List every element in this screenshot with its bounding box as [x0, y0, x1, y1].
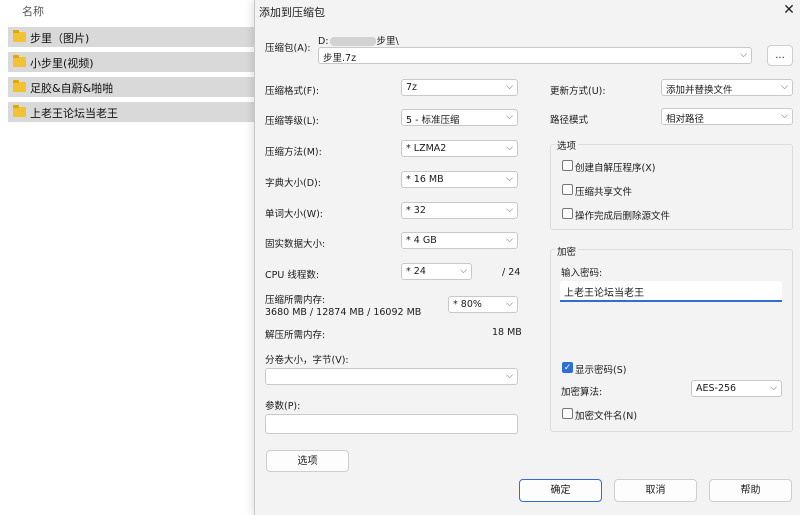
- mem-decompress-value: 18 MB: [492, 327, 522, 338]
- method-value: * LZMA2: [406, 143, 447, 154]
- update-label: 更新方式(U):: [550, 86, 606, 97]
- dialog-title: 添加到压缩包: [259, 6, 325, 19]
- mem-usage-value: * 80%: [453, 299, 482, 310]
- update-select[interactable]: 添加并替换文件 ⌵: [661, 79, 793, 96]
- volume-label: 分卷大小，字节(V):: [265, 355, 349, 366]
- password-input[interactable]: 上老王论坛当老王: [560, 281, 782, 302]
- mem-compress-label: 压缩所需内存:: [265, 295, 326, 306]
- archive-path-suffix: 步里\: [376, 36, 399, 47]
- mem-usage-select[interactable]: * 80% ⌵: [448, 296, 518, 313]
- archive-name-combo[interactable]: 步里.7z ⌵: [318, 47, 752, 64]
- folder-row[interactable]: 步里（图片): [8, 27, 254, 47]
- folder-icon: [13, 105, 26, 117]
- name-column-header[interactable]: 名称: [22, 3, 44, 19]
- folder-icon: [13, 30, 26, 42]
- params-label: 参数(P):: [265, 401, 301, 412]
- folder-row[interactable]: 小步里(视频): [8, 52, 254, 72]
- chevron-down-icon: ⌵: [781, 82, 788, 92]
- method-select[interactable]: * LZMA2 ⌵: [401, 140, 518, 157]
- level-value: 5 - 标准压缩: [406, 115, 460, 126]
- help-button[interactable]: 帮助: [709, 479, 792, 502]
- solid-select[interactable]: * 4 GB ⌵: [401, 232, 518, 249]
- folder-icon: [13, 80, 26, 92]
- options-group-title: 选项: [555, 138, 579, 152]
- show-password-label[interactable]: 显示密码(S): [575, 362, 626, 376]
- chevron-down-icon: ⌵: [506, 174, 513, 184]
- method-label: 压缩方法(M):: [265, 147, 322, 158]
- folder-name: 小步里(视频): [30, 57, 94, 70]
- path-mode-value: 相对路径: [666, 114, 705, 125]
- chevron-down-icon: ⌵: [506, 371, 513, 381]
- encrypt-names-checkbox[interactable]: [562, 408, 573, 419]
- chevron-down-icon: ⌵: [506, 235, 513, 245]
- folder-row[interactable]: 上老王论坛当老王: [8, 102, 254, 122]
- solid-value: * 4 GB: [406, 235, 437, 246]
- cpu-value: * 24: [406, 266, 426, 277]
- show-password-checkbox[interactable]: ✓: [562, 362, 573, 373]
- folder-name: 足胶&自蔚&啪啪: [30, 82, 114, 95]
- sfx-checkbox[interactable]: [562, 160, 573, 171]
- archive-path-prefix: D:: [318, 36, 329, 47]
- folder-name: 上老王论坛当老王: [30, 107, 118, 120]
- chevron-down-icon: ⌵: [506, 205, 513, 215]
- dict-value: * 16 MB: [406, 174, 444, 185]
- word-select[interactable]: * 32 ⌵: [401, 202, 518, 219]
- level-label: 压缩等级(L):: [265, 116, 319, 127]
- encryption-method-value: AES-256: [696, 383, 737, 394]
- encryption-method-label: 加密算法:: [561, 387, 603, 398]
- format-label: 压缩格式(F):: [265, 86, 320, 97]
- word-label: 单词大小(W):: [265, 209, 324, 220]
- chevron-down-icon: ⌵: [460, 266, 467, 276]
- options-button[interactable]: 选项: [266, 450, 349, 472]
- encrypt-names-label[interactable]: 加密文件名(N): [575, 408, 637, 422]
- delete-after-checkbox[interactable]: [562, 208, 573, 219]
- folder-icon: [13, 55, 26, 67]
- encryption-method-select[interactable]: AES-256 ⌵: [691, 380, 782, 397]
- dict-select[interactable]: * 16 MB ⌵: [401, 171, 518, 188]
- update-value: 添加并替换文件: [666, 85, 733, 96]
- chevron-down-icon: ⌵: [506, 143, 513, 153]
- folder-row[interactable]: 足胶&自蔚&啪啪: [8, 77, 254, 97]
- params-input[interactable]: [265, 414, 518, 434]
- chevron-down-icon: ⌵: [506, 82, 513, 92]
- cancel-button[interactable]: 取消: [614, 479, 697, 502]
- sfx-label[interactable]: 创建自解压程序(X): [575, 160, 655, 174]
- password-value: 上老王论坛当老王: [564, 288, 644, 299]
- solid-label: 固实数据大小:: [265, 239, 326, 250]
- dialog-titlebar[interactable]: 添加到压缩包 ✕: [255, 0, 800, 22]
- browse-button[interactable]: ...: [767, 45, 793, 66]
- path-mode-select[interactable]: 相对路径 ⌵: [661, 108, 793, 125]
- path-mode-label: 路径模式: [550, 115, 589, 126]
- ok-button[interactable]: 确定: [519, 479, 602, 502]
- format-select[interactable]: 7z ⌵: [401, 79, 518, 96]
- shared-files-checkbox[interactable]: [562, 184, 573, 195]
- format-value: 7z: [406, 82, 418, 93]
- password-label: 输入密码:: [561, 268, 603, 279]
- mem-decompress-label: 解压所需内存:: [265, 330, 326, 341]
- level-select[interactable]: 5 - 标准压缩 ⌵: [401, 109, 518, 126]
- dict-label: 字典大小(D):: [265, 178, 321, 189]
- chevron-down-icon: ⌵: [506, 112, 513, 122]
- archive-name-value: 步里.7z: [323, 53, 357, 64]
- word-value: * 32: [406, 205, 426, 216]
- shared-files-label[interactable]: 压缩共享文件: [575, 184, 632, 198]
- mem-compress-detail: 3680 MB / 12874 MB / 16092 MB: [265, 307, 422, 318]
- volume-select[interactable]: ⌵: [265, 368, 518, 385]
- chevron-down-icon: ⌵: [781, 111, 788, 121]
- close-icon[interactable]: ✕: [779, 1, 799, 19]
- redacted-path: [329, 37, 376, 46]
- cpu-label: CPU 线程数:: [265, 270, 320, 281]
- add-to-archive-dialog: 添加到压缩包 ✕ 压缩包(A): D: 步里\ 步里.7z ⌵ ... 压缩格式(…: [254, 0, 800, 515]
- delete-after-label[interactable]: 操作完成后删除源文件: [575, 208, 670, 222]
- cpu-max: / 24: [502, 267, 521, 278]
- cpu-select[interactable]: * 24 ⌵: [401, 263, 472, 280]
- archive-label: 压缩包(A):: [265, 43, 311, 54]
- chevron-down-icon: ⌵: [740, 50, 747, 60]
- chevron-down-icon: ⌵: [506, 299, 513, 309]
- folder-name: 步里（图片): [30, 32, 90, 45]
- chevron-down-icon: ⌵: [770, 383, 777, 393]
- archive-path-hint: D: 步里\: [318, 33, 399, 47]
- encryption-group-title: 加密: [555, 244, 579, 258]
